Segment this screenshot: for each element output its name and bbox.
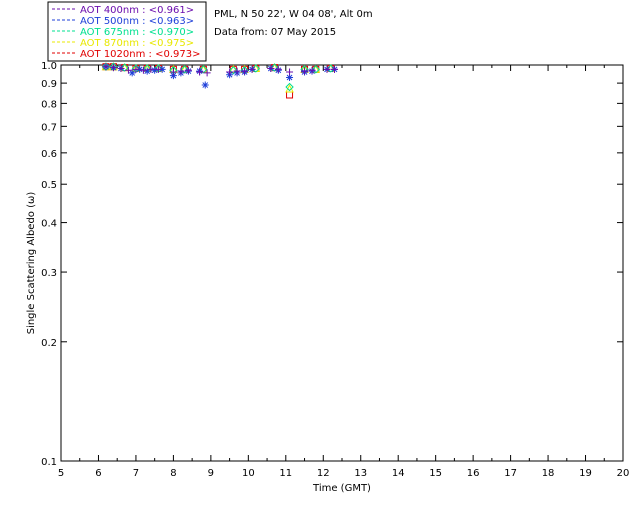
- y-tick-label: 0.3: [41, 268, 57, 279]
- y-tick-label: 0.7: [41, 122, 57, 133]
- x-tick-label: 14: [392, 468, 405, 479]
- x-tick-label: 13: [354, 468, 367, 479]
- y-tick-label: 0.4: [41, 219, 57, 230]
- x-tick-label: 6: [95, 468, 101, 479]
- legend-entry: AOT 675nm : <0.970>: [80, 27, 194, 38]
- data-point: [151, 66, 159, 74]
- data-point: [143, 67, 151, 75]
- x-tick-label: 16: [467, 468, 480, 479]
- x-tick-label: 7: [133, 468, 139, 479]
- y-tick-label: 0.6: [41, 149, 57, 160]
- data-point: [286, 91, 294, 99]
- x-tick-label: 11: [279, 468, 292, 479]
- data-point: [203, 69, 211, 77]
- site-label: PML, N 50 22', W 04 08', Alt 0m: [214, 9, 373, 20]
- chart: AOT 400nm : <0.961>AOT 500nm : <0.963>AO…: [26, 1, 630, 494]
- x-tick-label: 10: [242, 468, 255, 479]
- x-tick-label: 8: [170, 468, 176, 479]
- x-tick-label: 12: [317, 468, 330, 479]
- x-axis: 5 6 7 8 9 10 11 12 13 14 15 16 17 18 19 20: [58, 65, 630, 479]
- x-axis-label: Time (GMT): [312, 483, 371, 494]
- x-tick-label: 19: [579, 468, 592, 479]
- x-tick-label: 17: [504, 468, 517, 479]
- x-tick-label: 20: [617, 468, 630, 479]
- data-point: [196, 68, 204, 76]
- x-tick-label: 9: [208, 468, 214, 479]
- y-tick-label: 1.0: [41, 61, 57, 72]
- x-tick-label: 18: [542, 468, 555, 479]
- y-tick-label: 0.1: [41, 457, 57, 468]
- y-tick-label: 0.8: [41, 99, 57, 110]
- legend-entry: AOT 500nm : <0.963>: [80, 16, 194, 27]
- y-axis: 0.1 0.2 0.3 0.4 0.5 0.6 0.7 0.8 0.9 1.0: [41, 61, 623, 468]
- x-tick-label: 5: [58, 468, 64, 479]
- plot-frame: [60, 64, 624, 462]
- x-tick-label: 15: [429, 468, 442, 479]
- legend-entry: AOT 400nm : <0.961>: [80, 5, 194, 16]
- y-tick-label: 0.2: [41, 338, 57, 349]
- data-points: [101, 62, 339, 99]
- data-point: [201, 81, 209, 89]
- y-tick-label: 0.5: [41, 180, 57, 191]
- data-point: [286, 68, 294, 76]
- date-label: Data from: 07 May 2015: [214, 27, 336, 38]
- legend-entry: AOT 870nm : <0.975>: [80, 38, 194, 49]
- y-axis-label: Single Scattering Albedo (ω): [26, 192, 37, 335]
- legend-entry: AOT 1020nm : <0.973>: [80, 49, 200, 60]
- y-tick-label: 0.9: [41, 79, 57, 90]
